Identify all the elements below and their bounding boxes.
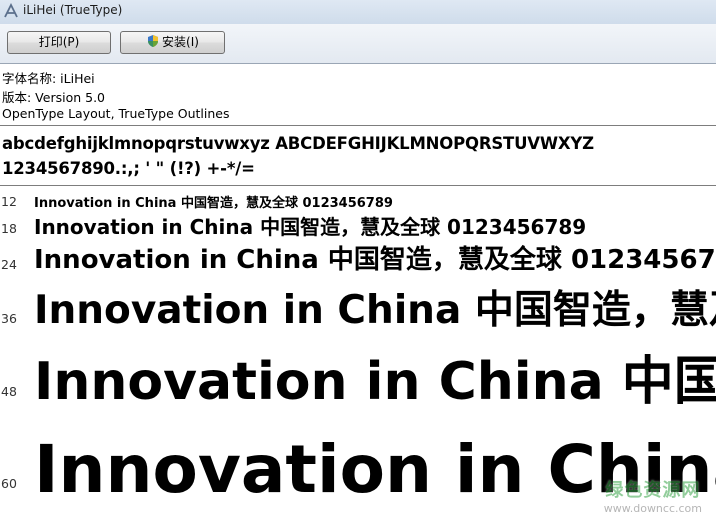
sample-line-18: Innovation in China 中国智造，慧及全球 0123456789 [34,215,587,239]
size-label-48: 48 [1,384,17,399]
font-type-line: OpenType Layout, TrueType Outlines [2,106,230,121]
sample-line-48: Innovation in China 中国智造，慧及全球 0123456789 [34,352,716,412]
size-label-24: 24 [1,257,17,272]
sample-line-36: Innovation in China 中国智造，慧及全球 0123456789 [34,288,716,333]
print-button[interactable]: 打印(P) [7,31,111,54]
sample-line-24: Innovation in China 中国智造，慧及全球 0123456789 [34,245,716,275]
watermark-url: www.downcc.com [603,502,702,515]
window-title: iLiHei (TrueType) [23,3,123,17]
divider [0,185,716,186]
charset-digits-symbols: 1234567890.:,; ' " (!?) +-*/= [2,159,255,178]
size-label-60: 60 [1,476,17,491]
uac-shield-icon [148,35,159,47]
toolbar: 打印(P) 安装(I) [0,24,716,64]
font-version-line: 版本: Version 5.0 [2,90,106,105]
charset-letters: abcdefghijklmnopqrstuvwxyz ABCDEFGHIJKLM… [2,134,594,153]
font-app-icon [4,3,18,18]
print-button-label: 打印(P) [38,35,80,49]
divider [0,125,716,126]
title-bar[interactable]: iLiHei (TrueType) [0,0,716,25]
size-label-36: 36 [1,311,17,326]
font-name-line: 字体名称: iLiHei [2,71,95,86]
size-label-18: 18 [1,221,17,236]
watermark-text: 绿色资源网 [605,480,701,501]
watermark: 绿色资源网 www.downcc.com [604,476,702,515]
font-preview-area[interactable]: 字体名称: iLiHei 版本: Version 5.0 OpenType La… [0,64,716,521]
size-label-12: 12 [1,194,17,209]
sample-line-12: Innovation in China 中国智造，慧及全球 0123456789 [34,196,393,211]
install-button[interactable]: 安装(I) [120,31,225,54]
install-button-label: 安装(I) [162,35,199,49]
